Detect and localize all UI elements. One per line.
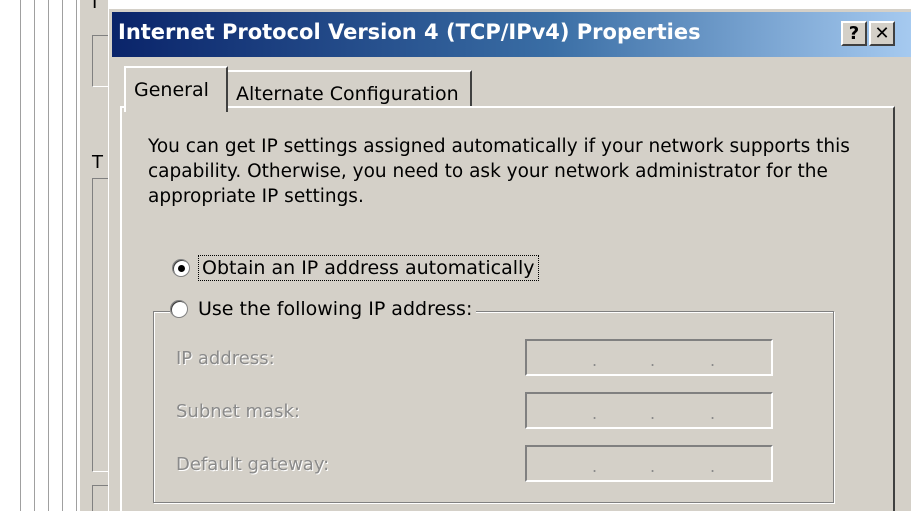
obtain-ip-automatically-option[interactable]: Obtain an IP address automatically [172,255,539,281]
background-text: I [92,0,98,13]
use-following-ip-radio[interactable] [170,300,188,318]
background-panel: I T [80,0,109,511]
background-divider [48,0,49,511]
screen: I T Internet Protocol Version 4 (TCP/IPv… [0,0,911,511]
ip-separator: . [650,351,656,370]
ip-separator: . [592,351,598,370]
ip-separator: . [710,351,716,370]
ip-separator: . [710,457,716,476]
tab-general-label: General [134,79,209,101]
ip-separator: . [592,404,598,423]
close-button[interactable]: ✕ [869,21,895,46]
subnet-mask-label: Subnet mask: [176,401,300,422]
tab-alternate-configuration-label: Alternate Configuration [236,83,459,105]
ip-separator: . [592,457,598,476]
radio-selected-dot [178,265,185,272]
background-divider [62,0,63,511]
tab-alternate-configuration[interactable]: Alternate Configuration [226,70,472,110]
dialog-title: Internet Protocol Version 4 (TCP/IPv4) P… [118,20,701,44]
ip-address-input: . . . [525,339,773,376]
default-gateway-input: . . . [525,445,773,482]
default-gateway-label: Default gateway: [176,454,330,475]
background-divider [20,0,21,511]
ip-separator: . [710,404,716,423]
tab-general[interactable]: General [124,66,228,112]
background-divider [34,0,35,511]
ip-address-label: IP address: [176,348,275,369]
obtain-ip-automatically-label: Obtain an IP address automatically [198,255,539,281]
background-divider [76,0,77,511]
use-following-ip-label: Use the following IP address: [198,298,473,320]
background-window: I T [0,0,109,511]
help-button[interactable]: ? [841,21,867,46]
background-text: T [92,152,103,173]
ip-separator: . [650,457,656,476]
background-field [92,35,109,87]
ip-separator: . [650,404,656,423]
background-list [92,178,109,472]
use-following-ip-option[interactable]: Use the following IP address: [170,298,477,320]
title-bar[interactable]: Internet Protocol Version 4 (TCP/IPv4) P… [112,12,911,57]
description-text: You can get IP settings assigned automat… [148,136,850,207]
background-field [92,485,109,511]
subnet-mask-input: . . . [525,392,773,429]
obtain-ip-automatically-radio[interactable] [172,259,190,277]
